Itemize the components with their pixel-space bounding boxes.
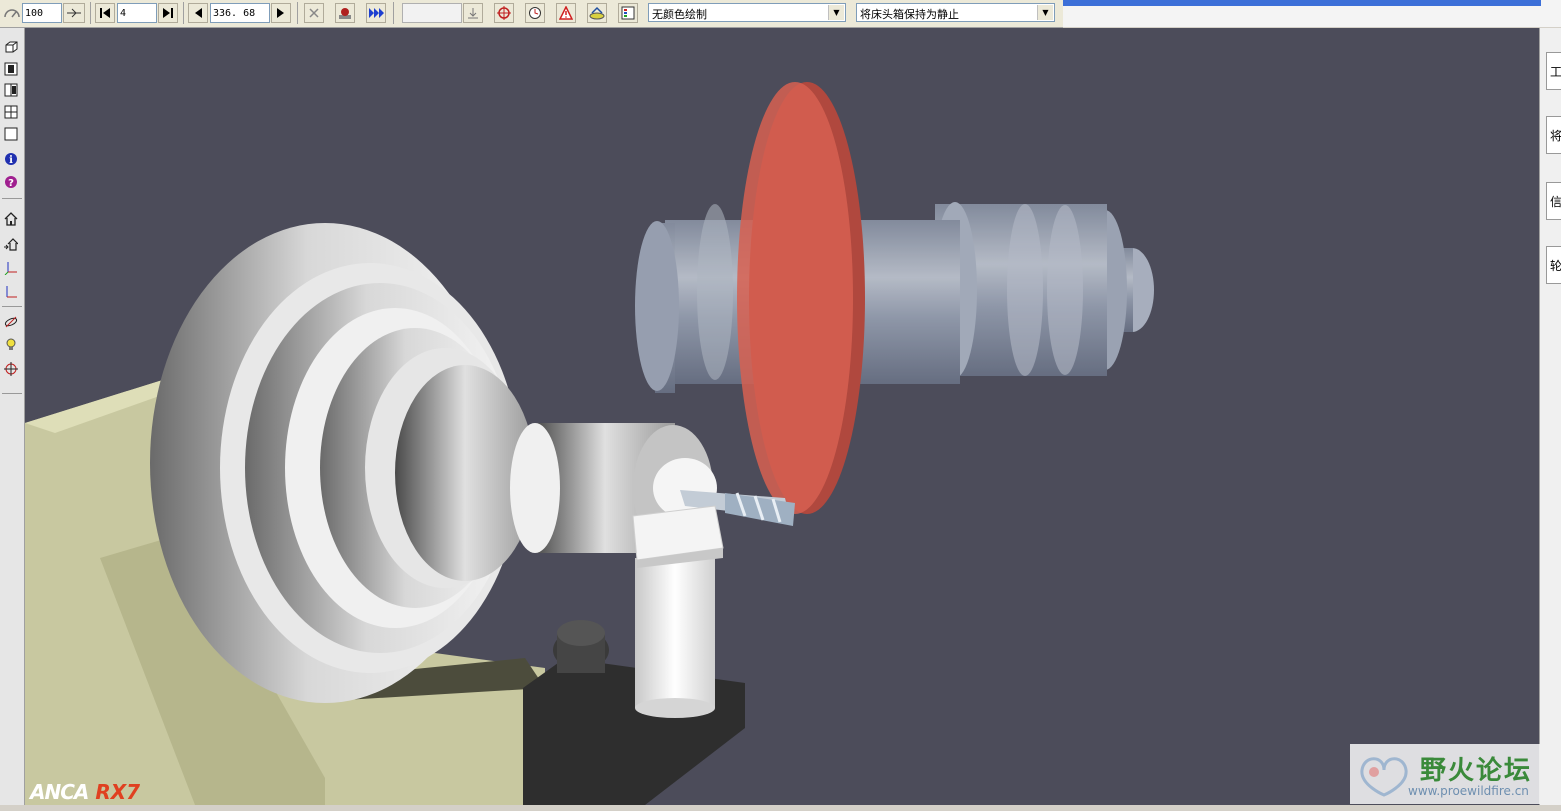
spindle-chuck bbox=[150, 223, 717, 703]
coordinate-target-icon[interactable] bbox=[2, 360, 20, 378]
axis-xy-icon[interactable] bbox=[2, 283, 20, 301]
help-icon[interactable]: ? bbox=[2, 173, 20, 191]
title-strip bbox=[1063, 0, 1541, 6]
light-bulb-icon[interactable] bbox=[2, 336, 20, 354]
view-toolbar: i ? bbox=[0, 28, 25, 811]
status-bar bbox=[0, 805, 1561, 811]
last-step-button[interactable] bbox=[158, 3, 178, 23]
logo-anca: ANCA bbox=[30, 780, 89, 804]
speed-slider-button[interactable] bbox=[63, 3, 85, 23]
watermark-url: www.proewildfire.cn bbox=[1408, 784, 1529, 798]
layers-icon-button[interactable] bbox=[587, 3, 607, 23]
list-icon-button[interactable] bbox=[618, 3, 638, 23]
stop-button[interactable] bbox=[304, 3, 324, 23]
simulation-viewport[interactable]: ANCA RX7 bbox=[25, 28, 1539, 805]
warning-icon-button[interactable] bbox=[556, 3, 576, 23]
side-view-icon[interactable] bbox=[2, 81, 20, 99]
record-button[interactable] bbox=[335, 3, 355, 23]
right-panel: 工 将 信 轮 bbox=[1539, 28, 1561, 811]
machine-scene bbox=[25, 82, 1154, 805]
step-back-button[interactable] bbox=[188, 3, 208, 23]
anca-rx7-logo: ANCA RX7 bbox=[30, 780, 140, 804]
info-icon[interactable]: i bbox=[2, 150, 20, 168]
right-tab-4[interactable]: 轮 bbox=[1546, 246, 1561, 284]
right-tab-3[interactable]: 信 bbox=[1546, 182, 1561, 220]
first-step-button[interactable] bbox=[95, 3, 115, 23]
watermark-logo-icon bbox=[1360, 757, 1408, 797]
chevron-down-icon: ▼ bbox=[1037, 5, 1053, 20]
right-tab-4-label: 轮 bbox=[1550, 258, 1561, 273]
fast-forward-button[interactable] bbox=[366, 3, 386, 23]
speed-icon bbox=[2, 3, 22, 23]
orbit-icon[interactable] bbox=[2, 313, 20, 331]
clock-icon-button[interactable] bbox=[525, 3, 545, 23]
right-tab-1-label: 工 bbox=[1550, 64, 1561, 79]
chevron-down-icon: ▼ bbox=[828, 5, 844, 20]
right-tab-3-label: 信 bbox=[1550, 194, 1561, 209]
right-tab-2-label: 将 bbox=[1550, 128, 1561, 143]
position-input[interactable] bbox=[210, 3, 270, 23]
step-input[interactable] bbox=[117, 3, 157, 23]
headstock-mode-select[interactable]: 将床头箱保持为静止 ▼ bbox=[856, 3, 1055, 22]
svg-text:i: i bbox=[9, 155, 13, 166]
color-mode-select[interactable]: 无颜色绘制 ▼ bbox=[648, 3, 846, 22]
forum-watermark: 野火论坛 www.proewildfire.cn bbox=[1350, 744, 1540, 804]
right-tab-2[interactable]: 将 bbox=[1546, 116, 1561, 154]
axis-xyz-icon[interactable] bbox=[2, 259, 20, 277]
watermark-text: 野火论坛 bbox=[1420, 756, 1533, 786]
home-arrow-icon[interactable] bbox=[2, 235, 20, 253]
empty-value-field[interactable] bbox=[402, 3, 462, 23]
step-forward-button[interactable] bbox=[271, 3, 291, 23]
simulation-toolbar: 无颜色绘制 ▼ 将床头箱保持为静止 ▼ bbox=[0, 0, 1063, 28]
speed-input[interactable] bbox=[22, 3, 62, 23]
quad-view-icon[interactable] bbox=[2, 103, 20, 121]
front-view-icon[interactable] bbox=[2, 60, 20, 78]
download-arrow-button[interactable] bbox=[463, 3, 483, 23]
headstock-mode-value: 将床头箱保持为静止 bbox=[860, 8, 959, 21]
svg-text:?: ? bbox=[8, 178, 14, 189]
logo-rx7: RX7 bbox=[95, 780, 141, 804]
workpiece-blank bbox=[635, 202, 1154, 393]
single-view-icon[interactable] bbox=[2, 125, 20, 143]
color-mode-value: 无颜色绘制 bbox=[652, 8, 707, 21]
target-icon-button[interactable] bbox=[494, 3, 514, 23]
grinding-wheel bbox=[737, 82, 865, 514]
right-tab-1[interactable]: 工 bbox=[1546, 52, 1561, 90]
home-icon[interactable] bbox=[2, 210, 20, 228]
iso-view-icon[interactable] bbox=[2, 38, 20, 56]
